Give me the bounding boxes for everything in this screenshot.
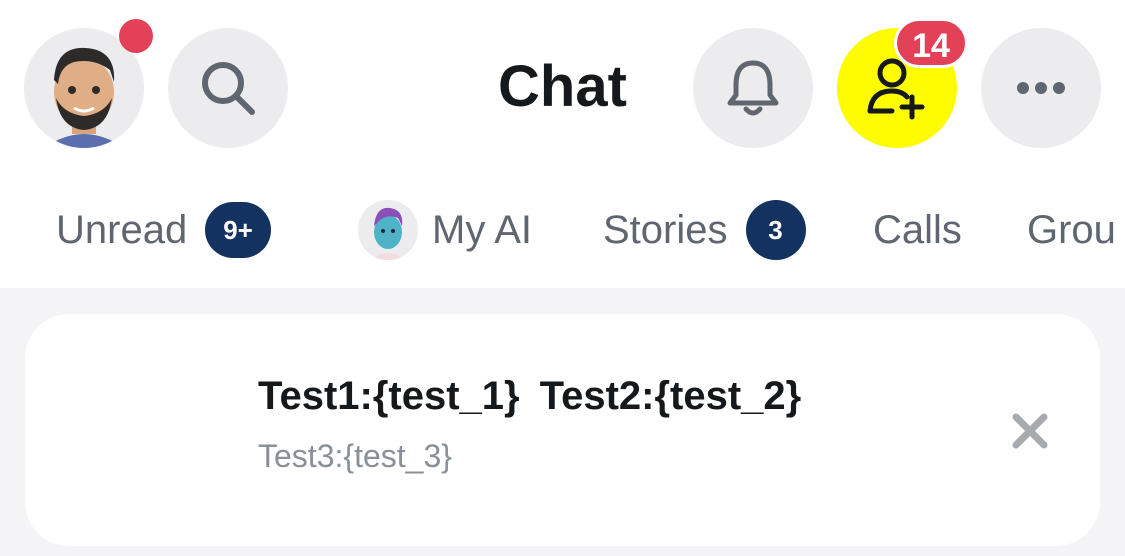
tab-label: Unread	[56, 207, 188, 252]
tab-groups[interactable]: Grou	[1027, 190, 1116, 270]
dismiss-button[interactable]	[1005, 406, 1055, 456]
tab-label: Grou	[1027, 207, 1116, 252]
more-button[interactable]	[981, 28, 1101, 148]
tab-unread[interactable]: Unread 9+	[56, 190, 271, 270]
friend-requests-badge: 14	[894, 18, 968, 68]
tab-stories[interactable]: Stories 3	[603, 190, 806, 270]
tab-label: Calls	[873, 207, 962, 252]
tab-label: My AI	[432, 207, 533, 252]
card-subtitle: Test3:{test_3}	[258, 438, 452, 474]
notifications-button[interactable]	[693, 28, 813, 148]
notice-card[interactable]: Test1:{test_1} Test2:{test_2} Test3:{test…	[25, 314, 1100, 546]
my-ai-avatar	[358, 200, 418, 260]
card-title: Test1:{test_1} Test2:{test_2}	[258, 374, 801, 419]
unread-count-badge: 9+	[205, 202, 271, 258]
stories-count-badge: 3	[745, 200, 806, 260]
bell-icon	[727, 60, 779, 116]
card-title-part-2: Test2:{test_2}	[539, 374, 802, 418]
filter-tabs: Unread 9+ My AI Stories 3 Calls Grou	[0, 190, 1125, 270]
page-title: Chat	[498, 54, 627, 119]
search-icon	[202, 62, 255, 115]
card-title-part-1: Test1:{test_1}	[258, 374, 520, 418]
tab-my-ai[interactable]: My AI	[358, 190, 532, 270]
search-button[interactable]	[168, 28, 288, 148]
more-icon	[1017, 82, 1065, 94]
tab-label: Stories	[603, 207, 728, 252]
close-icon	[1012, 413, 1048, 449]
notification-dot	[119, 19, 153, 53]
tab-calls[interactable]: Calls	[873, 190, 962, 270]
